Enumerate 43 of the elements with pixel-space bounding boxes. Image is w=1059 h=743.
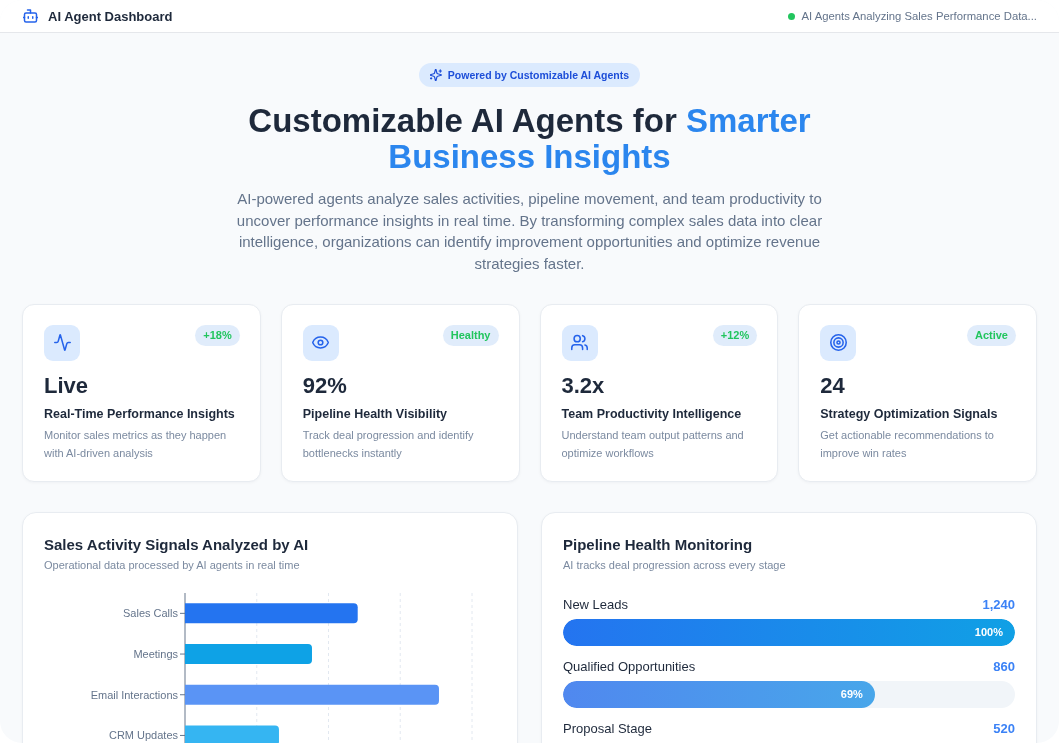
metric-tag: +18% (195, 324, 240, 346)
metric-value: 92% (302, 371, 348, 400)
stage-name: Qualified Opportunities (563, 657, 696, 676)
panel-title: Pipeline Health Monitoring (563, 534, 754, 555)
metric-tag: +12% (712, 324, 758, 346)
metric-description: Track deal progression and identify bottlenecks instantly (302, 427, 475, 461)
metric-value: Live (44, 371, 90, 400)
axis-label: Email Interactions (90, 688, 178, 701)
status-text: AI Agents Analyzing Sales Performance Data... (801, 10, 1037, 22)
stage-count: 1,240 (982, 595, 1015, 614)
users-icon (561, 324, 598, 361)
panel-subtitle: AI tracks deal progression across every stage (563, 557, 787, 573)
metric-title: Real-Time Performance Insights (44, 405, 236, 423)
intro-paragraph: AI-powered agents analyze sales activities, pipeline movement, and team productivity to uncover performance insights in real time. By transforming complex sales data into clear intelligence, organizations can identify improvement opportunities and optimize revenue strategies faster. (235, 189, 824, 275)
metric-title: Strategy Optimization Signals (820, 405, 999, 423)
robot-icon (23, 9, 38, 23)
metric-description: Understand team output patterns and optimize workflows (561, 427, 745, 461)
stage-name: Proposal Stage (563, 719, 652, 738)
percent-label: 69% (840, 688, 863, 701)
stage-count: 520 (993, 719, 1015, 738)
axis-label: Meetings (133, 647, 178, 660)
stage-name: New Leads (563, 595, 629, 614)
percent-label: 100% (974, 626, 1003, 639)
metric-tag: Healthy (442, 324, 499, 346)
target-icon (820, 324, 857, 361)
eye-icon (302, 324, 339, 361)
metric-description: Monitor sales metrics as they happen with AI-driven analysis (44, 427, 228, 461)
metric-title: Pipeline Health Visibility (302, 405, 448, 423)
pulse-icon (44, 324, 80, 361)
app-title: AI Agent Dashboard (48, 8, 173, 24)
axis-label: Sales Calls (123, 607, 178, 620)
metric-value: 24 (820, 371, 846, 400)
tagline-text: Powered by Customizable AI Agents (447, 69, 630, 81)
metric-title: Team Productivity Intelligence (561, 405, 743, 423)
axis-label: CRM Updates (109, 729, 178, 742)
metric-tag: Active (966, 324, 1016, 346)
metric-description: Get actionable recommendations to improve win rates (820, 427, 995, 461)
sparkles-icon (429, 69, 442, 81)
panel-subtitle: Operational data processed by AI agents in real time (44, 557, 301, 573)
stage-count: 860 (993, 657, 1015, 676)
panel-title: Sales Activity Signals Analyzed by AI (44, 534, 310, 555)
page-heading: Customizable AI Agents for Smarter Business Insights (247, 103, 812, 175)
metric-value: 3.2x (561, 371, 606, 400)
